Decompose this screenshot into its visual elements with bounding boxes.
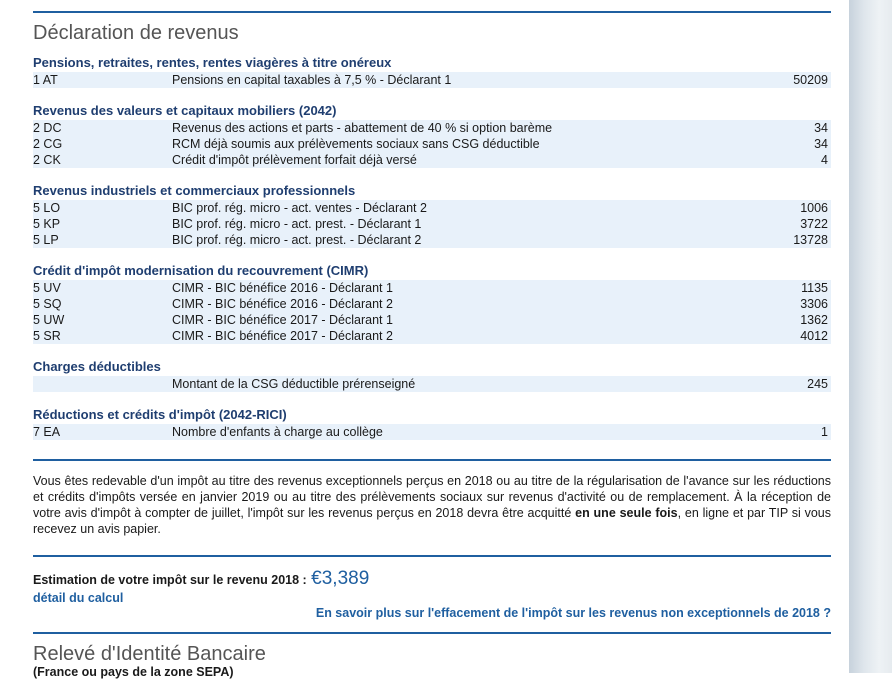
row-label: CIMR - BIC bénéfice 2017 - Déclarant 1 bbox=[172, 313, 393, 327]
estimation-amount: €3,389 bbox=[311, 568, 370, 589]
side-scroll-area[interactable] bbox=[849, 0, 892, 673]
income-row: 5 UW CIMR - BIC bénéfice 2017 - Déclarant… bbox=[33, 312, 831, 328]
section-group: Pensions, retraites, rentes, rentes viag… bbox=[33, 54, 831, 88]
row-code: 5 UW bbox=[33, 313, 65, 327]
top-divider bbox=[33, 11, 831, 13]
income-row: 1 AT Pensions en capital taxables à 7,5 %… bbox=[33, 72, 831, 88]
row-value: 34 bbox=[814, 137, 828, 151]
income-row: 5 KP BIC prof. rég. micro - act. prest. -… bbox=[33, 216, 831, 232]
income-row: 5 LP BIC prof. rég. micro - act. prest. -… bbox=[33, 232, 831, 248]
section-group: Crédit d'impôt modernisation du recouvre… bbox=[33, 262, 831, 344]
section-group: Revenus industriels et commerciaux profe… bbox=[33, 182, 831, 248]
row-code: 5 LP bbox=[33, 233, 59, 247]
row-label: RCM déjà soumis aux prélèvements sociaux… bbox=[172, 137, 540, 151]
row-code: 5 LO bbox=[33, 201, 61, 215]
income-row: 2 DC Revenus des actions et parts - abatt… bbox=[33, 120, 831, 136]
info-paragraph: Vous êtes redevable d'un impôt au titre … bbox=[33, 473, 831, 537]
row-value: 34 bbox=[814, 121, 828, 135]
income-row: 2 CK Crédit d'impôt prélèvement forfait d… bbox=[33, 152, 831, 168]
income-row: 5 LO BIC prof. rég. micro - act. ventes -… bbox=[33, 200, 831, 216]
row-label: CIMR - BIC bénéfice 2017 - Déclarant 2 bbox=[172, 329, 393, 343]
row-label: Revenus des actions et parts - abattemen… bbox=[172, 121, 553, 135]
income-row: 5 SR CIMR - BIC bénéfice 2017 - Déclarant… bbox=[33, 328, 831, 344]
row-label: Pensions en capital taxables à 7,5 % - D… bbox=[172, 73, 452, 87]
page-title: Déclaration de revenus bbox=[33, 22, 239, 44]
section-title: Crédit d'impôt modernisation du recouvre… bbox=[33, 263, 369, 278]
row-value: 4012 bbox=[800, 329, 828, 343]
row-code: 5 SR bbox=[33, 329, 61, 343]
section-title: Pensions, retraites, rentes, rentes viag… bbox=[33, 55, 392, 70]
income-row: 5 UV CIMR - BIC bénéfice 2016 - Déclarant… bbox=[33, 280, 831, 296]
estimation-divider bbox=[33, 555, 831, 557]
row-code: 5 KP bbox=[33, 217, 61, 231]
row-label: CIMR - BIC bénéfice 2016 - Déclarant 2 bbox=[172, 297, 393, 311]
row-value: 3722 bbox=[800, 217, 828, 231]
row-code bbox=[33, 376, 172, 392]
info-text-bold: en une seule fois bbox=[575, 506, 678, 520]
income-row: Montant de la CSG déductible prérenseign… bbox=[33, 376, 831, 392]
rib-title: Relevé d'Identité Bancaire bbox=[33, 643, 266, 665]
info-divider bbox=[33, 459, 831, 461]
row-label: Nombre d'enfants à charge au collège bbox=[172, 425, 383, 439]
row-code: 1 AT bbox=[33, 73, 58, 87]
income-row: 2 CG RCM déjà soumis aux prélèvements soc… bbox=[33, 136, 831, 152]
row-label: Montant de la CSG déductible prérenseign… bbox=[172, 377, 416, 391]
section-group: Revenus des valeurs et capitaux mobilier… bbox=[33, 102, 831, 168]
row-code: 5 UV bbox=[33, 281, 61, 295]
row-code: 7 EA bbox=[33, 425, 61, 439]
row-value: 1362 bbox=[800, 313, 828, 327]
section-group: Charges déductibles Montant de la CSG déd… bbox=[33, 358, 831, 392]
row-label: CIMR - BIC bénéfice 2016 - Déclarant 1 bbox=[172, 281, 393, 295]
estimation-label: Estimation de votre impôt sur le revenu … bbox=[33, 573, 307, 587]
row-value: 1 bbox=[821, 425, 828, 439]
section-title: Charges déductibles bbox=[33, 359, 161, 374]
row-code: 5 SQ bbox=[33, 297, 62, 311]
income-sections: Pensions, retraites, rentes, rentes viag… bbox=[33, 54, 831, 454]
rib-divider bbox=[33, 632, 831, 634]
rib-subtitle: (France ou pays de la zone SEPA) bbox=[33, 665, 234, 679]
section-title: Revenus industriels et commerciaux profe… bbox=[33, 183, 356, 198]
section-group: Réductions et crédits d'impôt (2042-RICI… bbox=[33, 406, 831, 440]
row-value: 1006 bbox=[800, 201, 828, 215]
estimation-block: Estimation de votre impôt sur le revenu … bbox=[33, 568, 831, 620]
section-title: Revenus des valeurs et capitaux mobilier… bbox=[33, 103, 337, 118]
row-value: 1135 bbox=[801, 281, 828, 295]
income-row: 7 EA Nombre d'enfants à charge au collège… bbox=[33, 424, 831, 440]
row-value: 50209 bbox=[793, 73, 828, 87]
row-value: 13728 bbox=[793, 233, 828, 247]
detail-link[interactable]: détail du calcul bbox=[33, 591, 123, 605]
row-label: BIC prof. rég. micro - act. prest. - Déc… bbox=[172, 233, 422, 247]
row-label: BIC prof. rég. micro - act. ventes - Déc… bbox=[172, 201, 427, 215]
row-value: 4 bbox=[821, 153, 828, 167]
row-code: 2 CK bbox=[33, 153, 61, 167]
row-value: 245 bbox=[807, 377, 828, 391]
row-code: 2 CG bbox=[33, 137, 63, 151]
row-label: BIC prof. rég. micro - act. prest. - Déc… bbox=[172, 217, 422, 231]
row-value: 3306 bbox=[800, 297, 828, 311]
section-title: Réductions et crédits d'impôt (2042-RICI… bbox=[33, 407, 287, 422]
row-label: Crédit d'impôt prélèvement forfait déjà … bbox=[172, 153, 417, 167]
income-row: 5 SQ CIMR - BIC bénéfice 2016 - Déclarant… bbox=[33, 296, 831, 312]
more-info-link[interactable]: En savoir plus sur l'effacement de l'imp… bbox=[316, 606, 831, 620]
row-code: 2 DC bbox=[33, 121, 62, 135]
